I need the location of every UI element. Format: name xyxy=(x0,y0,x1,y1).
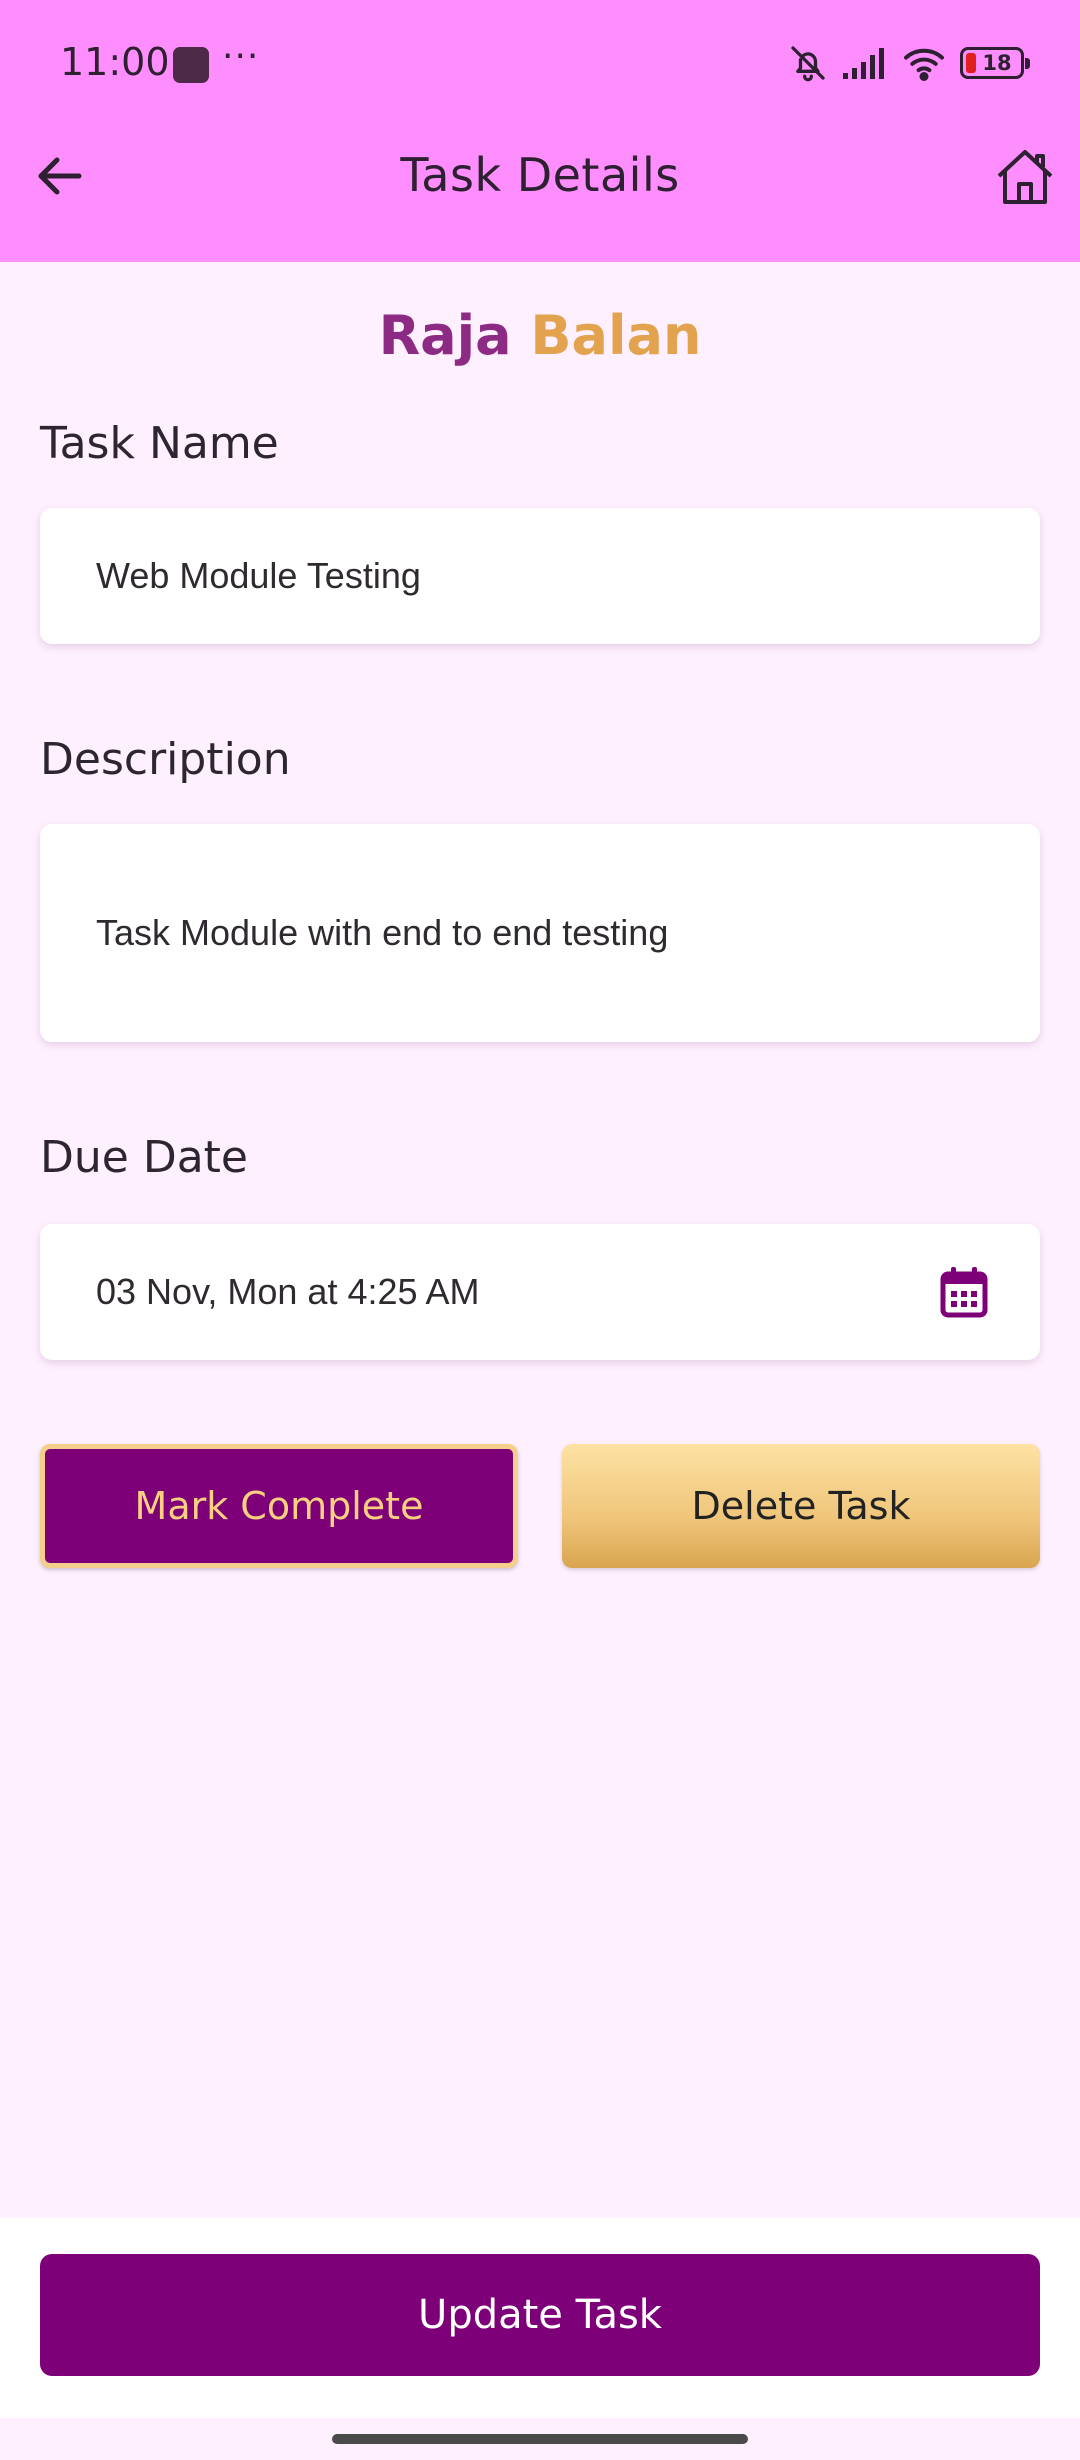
due-date-field[interactable]: 03 Nov, Mon at 4:25 AM xyxy=(40,1224,1040,1360)
user-last-name: Balan xyxy=(530,304,702,367)
app-header: 11:00 ··· 18 Task Details xyxy=(0,0,1080,262)
signal-icon xyxy=(843,48,884,79)
home-icon xyxy=(997,150,1053,204)
battery-icon: 18 xyxy=(960,47,1030,79)
description-field[interactable]: Task Module with end to end testing xyxy=(40,824,1040,1042)
status-bar: 11:00 ··· 18 xyxy=(0,0,1080,128)
due-date-value: 03 Nov, Mon at 4:25 AM xyxy=(96,1271,480,1312)
home-indicator[interactable] xyxy=(332,2434,748,2444)
delete-task-button[interactable]: Delete Task xyxy=(562,1444,1040,1568)
app-icon xyxy=(173,47,209,83)
update-task-button[interactable]: Update Task xyxy=(40,2254,1040,2376)
page-title: Task Details xyxy=(400,148,680,202)
status-time: 11:00 xyxy=(60,40,170,84)
due-date-label: Due Date xyxy=(40,1132,248,1183)
battery-level: 18 xyxy=(982,51,1012,75)
bell-off-icon xyxy=(791,46,825,82)
description-value: Task Module with end to end testing xyxy=(96,912,669,953)
mark-complete-button[interactable]: Mark Complete xyxy=(40,1444,518,1568)
status-icons: 18 xyxy=(788,40,1030,86)
wifi-icon xyxy=(904,48,944,81)
user-name: Raja Balan xyxy=(0,304,1080,367)
description-label: Description xyxy=(40,734,291,785)
task-name-value: Web Module Testing xyxy=(96,555,421,596)
task-name-field[interactable]: Web Module Testing xyxy=(40,508,1040,644)
user-first-name: Raja xyxy=(378,304,512,367)
home-button[interactable] xyxy=(992,144,1058,210)
task-name-label: Task Name xyxy=(40,418,279,469)
calendar-icon[interactable] xyxy=(940,1266,988,1318)
more-dots-icon: ··· xyxy=(222,36,260,77)
